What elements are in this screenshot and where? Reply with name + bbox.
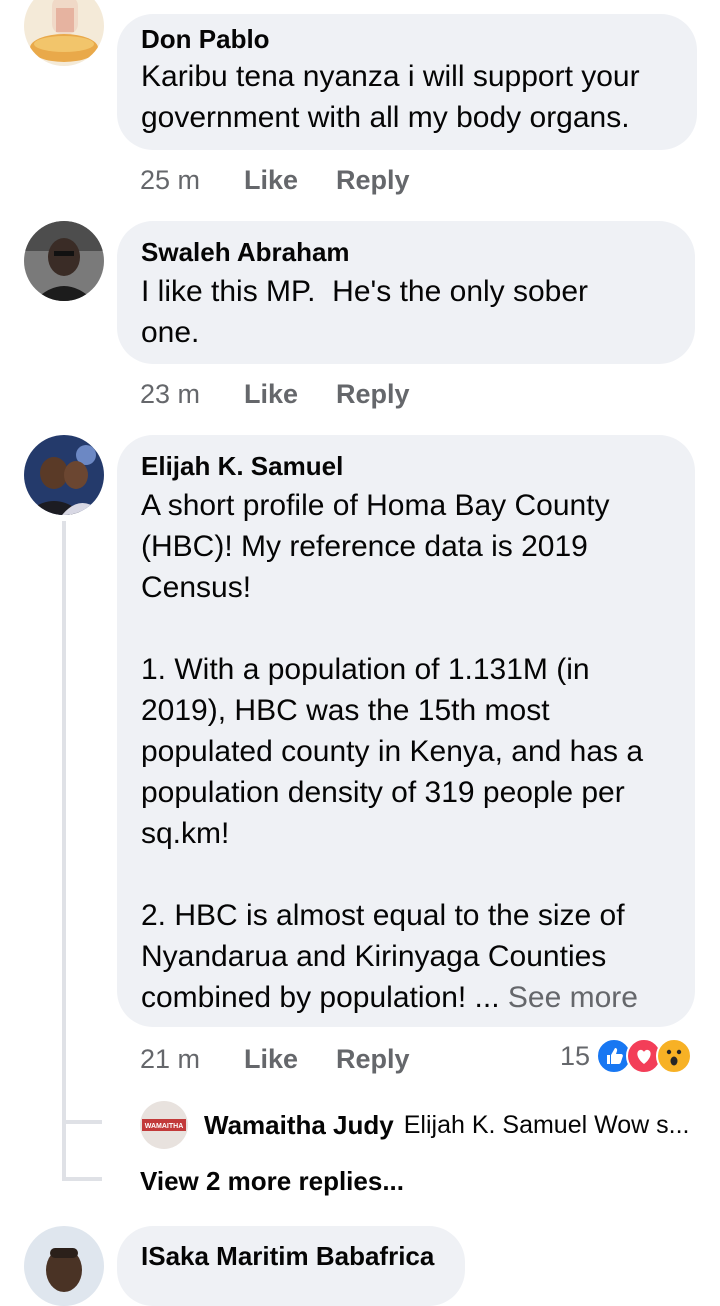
reaction-count: 15: [560, 1040, 591, 1071]
avatar-elijah-k-samuel[interactable]: [24, 435, 104, 515]
comment-text: Karibu tena nyanza i will support your g…: [141, 60, 640, 134]
comment-text: A short profile of Homa Bay County (HBC)…: [141, 485, 643, 1018]
reply-author[interactable]: Wamaitha Judy: [204, 1110, 394, 1141]
comment-author[interactable]: ISaka Maritim Babafrica: [141, 1241, 434, 1271]
like-button[interactable]: Like: [244, 378, 298, 410]
like-button[interactable]: Like: [244, 164, 298, 196]
wow-reaction-icon: [656, 1038, 693, 1074]
comment-author[interactable]: Swaleh Abraham: [141, 237, 350, 267]
comment-body: A short profile of Homa Bay County (HBC)…: [141, 489, 644, 1014]
like-button[interactable]: Like: [244, 1043, 298, 1075]
see-more-link[interactable]: See more: [508, 981, 638, 1014]
comment-bubble-swaleh-abraham[interactable]: Swaleh Abraham I like this MP. He's the …: [117, 221, 695, 364]
reaction-summary[interactable]: 15: [560, 1038, 693, 1074]
comment-time-value: 23 m: [140, 379, 201, 409]
thread-line-branch: [62, 1177, 102, 1181]
thread-line-branch: [62, 1120, 102, 1124]
thread-line: [62, 521, 66, 1181]
comment-time: 25 m: [140, 165, 201, 195]
reply-button[interactable]: Reply: [336, 1043, 410, 1075]
comment-time: 23 m: [140, 378, 200, 410]
comment-actions: 25 m: [140, 164, 200, 196]
avatar-logo-text: WAMAITHA: [145, 1123, 184, 1130]
reply-text: Elijah K. Samuel Wow s...: [403, 1110, 690, 1139]
comment-time: 21 m: [140, 1043, 200, 1075]
avatar-don-pablo[interactable]: [24, 0, 104, 66]
comment-bubble-elijah-k-samuel[interactable]: Elijah K. Samuel A short profile of Homa…: [117, 435, 695, 1027]
avatar-isaka-maritim-babafrica[interactable]: [24, 1226, 104, 1306]
comment-author[interactable]: Elijah K. Samuel: [141, 451, 343, 481]
avatar-swaleh-abraham[interactable]: [24, 221, 104, 301]
comment-text: I like this MP. He's the only sober one.: [141, 275, 589, 349]
comment-author[interactable]: Don Pablo: [141, 24, 270, 54]
comment-bubble-isaka-maritim-babafrica[interactable]: ISaka Maritim Babafrica: [117, 1226, 465, 1306]
comment-bubble-don-pablo[interactable]: Don Pablo Karibu tena nyanza i will supp…: [117, 14, 697, 150]
view-more-replies-link[interactable]: View 2 more replies...: [140, 1166, 404, 1197]
reply-button[interactable]: Reply: [336, 378, 410, 410]
reply-button[interactable]: Reply: [336, 164, 410, 196]
avatar-wamaitha-judy[interactable]: WAMAITHA: [140, 1101, 188, 1149]
comment-time-value: 21 m: [140, 1044, 201, 1074]
reply-preview[interactable]: WAMAITHA Wamaitha Judy Elijah K. Samuel …: [140, 1100, 700, 1150]
